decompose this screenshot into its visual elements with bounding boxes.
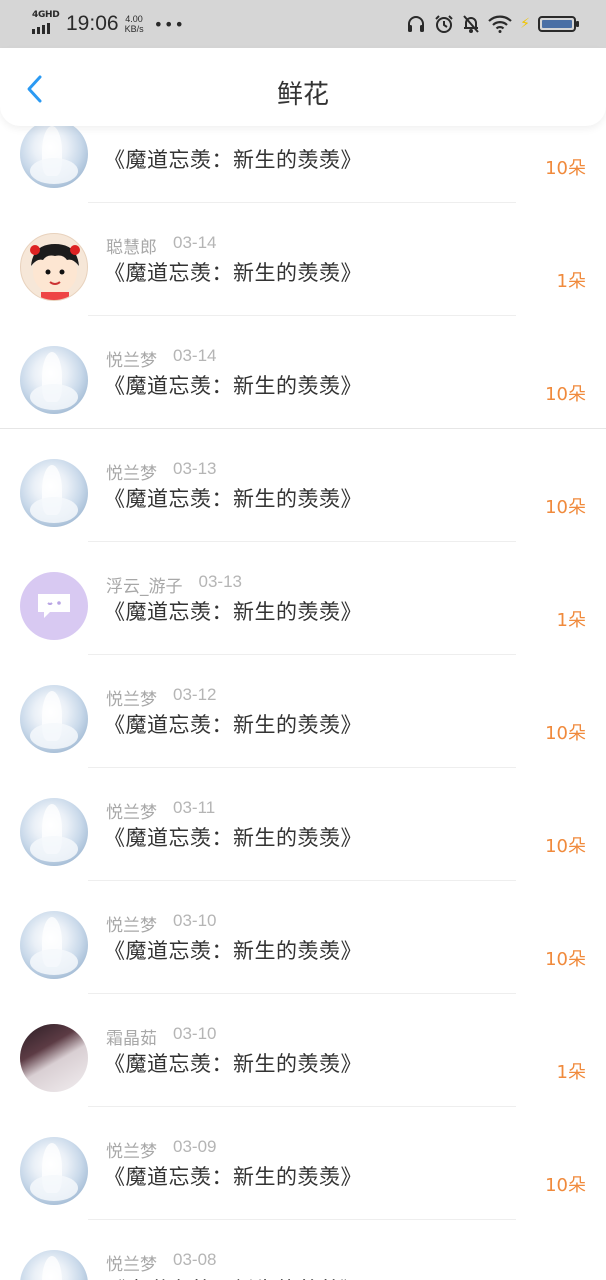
user-name: 悦兰梦 [106,690,157,710]
flower-quantity: 10朵 [545,158,586,179]
item-meta: 悦兰梦 03-11 [106,798,215,823]
flower-quantity: 10朵 [545,497,586,518]
battery-icon [538,16,579,32]
flower-quantity: 10朵 [545,1175,586,1196]
list-item[interactable]: 悦兰梦 03-13 《魔道忘羡：新生的羡羡》 10朵 [0,429,606,542]
avatar[interactable] [20,120,88,188]
status-bar: 4GHD 19:06 4.00 KB/s ••• ⚡ [0,0,606,48]
item-meta: 悦兰梦 03-09 [106,1137,216,1162]
flower-quantity: 10朵 [545,384,586,405]
avatar[interactable] [20,346,88,414]
nav-bar: 鲜花 [0,48,606,126]
item-date: 03-10 [173,1024,217,1043]
headphones-icon [408,16,425,32]
user-name: 悦兰梦 [106,803,157,823]
flower-list: 《魔道忘羡：新生的羡羡》 10朵 聪慧郎 03-14 《魔道忘羡：新生的羡羡》 1朵 悦兰梦… [0,90,606,1280]
network-type: 4GHD [32,10,60,20]
item-meta: 悦兰梦 03-08 [106,1250,216,1275]
list-item[interactable]: 浮云_游子 03-13 《魔道忘羡：新生的羡羡》 1朵 [0,542,606,655]
avatar[interactable] [20,911,88,979]
book-title: 《魔道忘羡：新生的羡羡》 [104,713,362,737]
user-name: 悦兰梦 [106,351,157,371]
clock: 19:06 [66,12,119,35]
page-title: 鲜花 [276,80,329,110]
item-meta: 浮云_游子 03-13 [106,572,242,597]
item-date: 03-08 [173,1250,217,1269]
item-date: 03-14 [173,233,217,252]
cellular-signal-icon: 4GHD [32,10,60,36]
item-meta: 悦兰梦 03-13 [106,459,216,484]
list-item[interactable]: 悦兰梦 03-12 《魔道忘羡：新生的羡羡》 10朵 [0,655,606,768]
avatar[interactable] [20,1024,88,1092]
book-title: 《魔道忘羡：新生的羡羡》 [104,148,362,172]
wifi-icon [488,15,512,33]
user-name: 浮云_游子 [106,577,183,597]
user-name: 悦兰梦 [106,1142,157,1162]
item-date: 03-13 [198,572,242,591]
avatar[interactable] [20,685,88,753]
list-item[interactable]: 霜晶茹 03-10 《魔道忘羡：新生的羡羡》 1朵 [0,994,606,1107]
avatar[interactable] [20,1137,88,1205]
user-name: 聪慧郎 [106,238,157,258]
user-name: 霜晶茹 [106,1029,157,1049]
book-title: 《魔道忘羡：新生的羡羡》 [104,600,362,624]
item-date: 03-14 [173,346,217,365]
book-title: 《魔道忘羡：新生的羡羡》 [104,487,362,511]
book-title: 《魔道忘羡：新生的羡羡》 [104,939,362,963]
avatar[interactable] [20,798,88,866]
flower-quantity: 10朵 [545,949,586,970]
item-meta: 悦兰梦 03-14 [106,346,216,371]
flower-quantity: 1朵 [556,1062,586,1083]
alarm-icon [435,15,453,33]
list-item[interactable]: 悦兰梦 03-11 《魔道忘羡：新生的羡羡》 10朵 [0,768,606,881]
more-notifications-icon: ••• [153,14,185,34]
book-title: 《魔道忘羡：新生的羡羡》 [104,1052,362,1076]
user-name: 悦兰梦 [106,1255,157,1275]
item-date: 03-09 [173,1137,217,1156]
flower-quantity: 10朵 [545,723,586,744]
book-title: 《魔道忘羡：新生的羡羡》 [104,826,362,850]
flower-quantity: 10朵 [545,836,586,857]
list-item[interactable]: 悦兰梦 03-10 《魔道忘羡：新生的羡羡》 10朵 [0,881,606,994]
avatar[interactable] [20,233,88,301]
book-title: 《魔道忘羡：新生的羡羡》 [104,1274,362,1280]
network-speed: 4.00 KB/s [124,14,144,34]
flower-quantity: 1朵 [556,271,586,292]
item-meta: 悦兰梦 03-10 [106,911,216,936]
item-meta: 聪慧郎 03-14 [106,233,216,258]
avatar[interactable] [20,572,88,640]
list-item[interactable]: 悦兰梦 03-14 《魔道忘羡：新生的羡羡》 10朵 [0,316,606,429]
flower-quantity: 1朵 [556,610,586,631]
mute-bell-icon [463,15,479,33]
item-meta: 霜晶茹 03-10 [106,1024,216,1049]
avatar[interactable] [20,1250,88,1280]
book-title: 《魔道忘羡：新生的羡羡》 [104,261,362,285]
item-date: 03-10 [173,911,217,930]
item-meta: 悦兰梦 03-12 [106,685,216,710]
user-name: 悦兰梦 [106,464,157,484]
item-date: 03-12 [173,685,217,704]
book-title: 《魔道忘羡：新生的羡羡》 [104,1165,362,1189]
item-date: 03-13 [173,459,217,478]
list-item[interactable]: 悦兰梦03-08《魔道忘羡：新生的羡羡》10朵 [0,1220,606,1280]
user-name: 悦兰梦 [106,916,157,936]
item-date: 03-11 [173,798,216,817]
book-title: 《魔道忘羡：新生的羡羡》 [104,374,362,398]
list-item[interactable]: 聪慧郎 03-14 《魔道忘羡：新生的羡羡》 1朵 [0,203,606,316]
charging-icon: ⚡ [520,16,530,32]
list-item[interactable]: 悦兰梦 03-09 《魔道忘羡：新生的羡羡》 10朵 [0,1107,606,1220]
avatar[interactable] [20,459,88,527]
